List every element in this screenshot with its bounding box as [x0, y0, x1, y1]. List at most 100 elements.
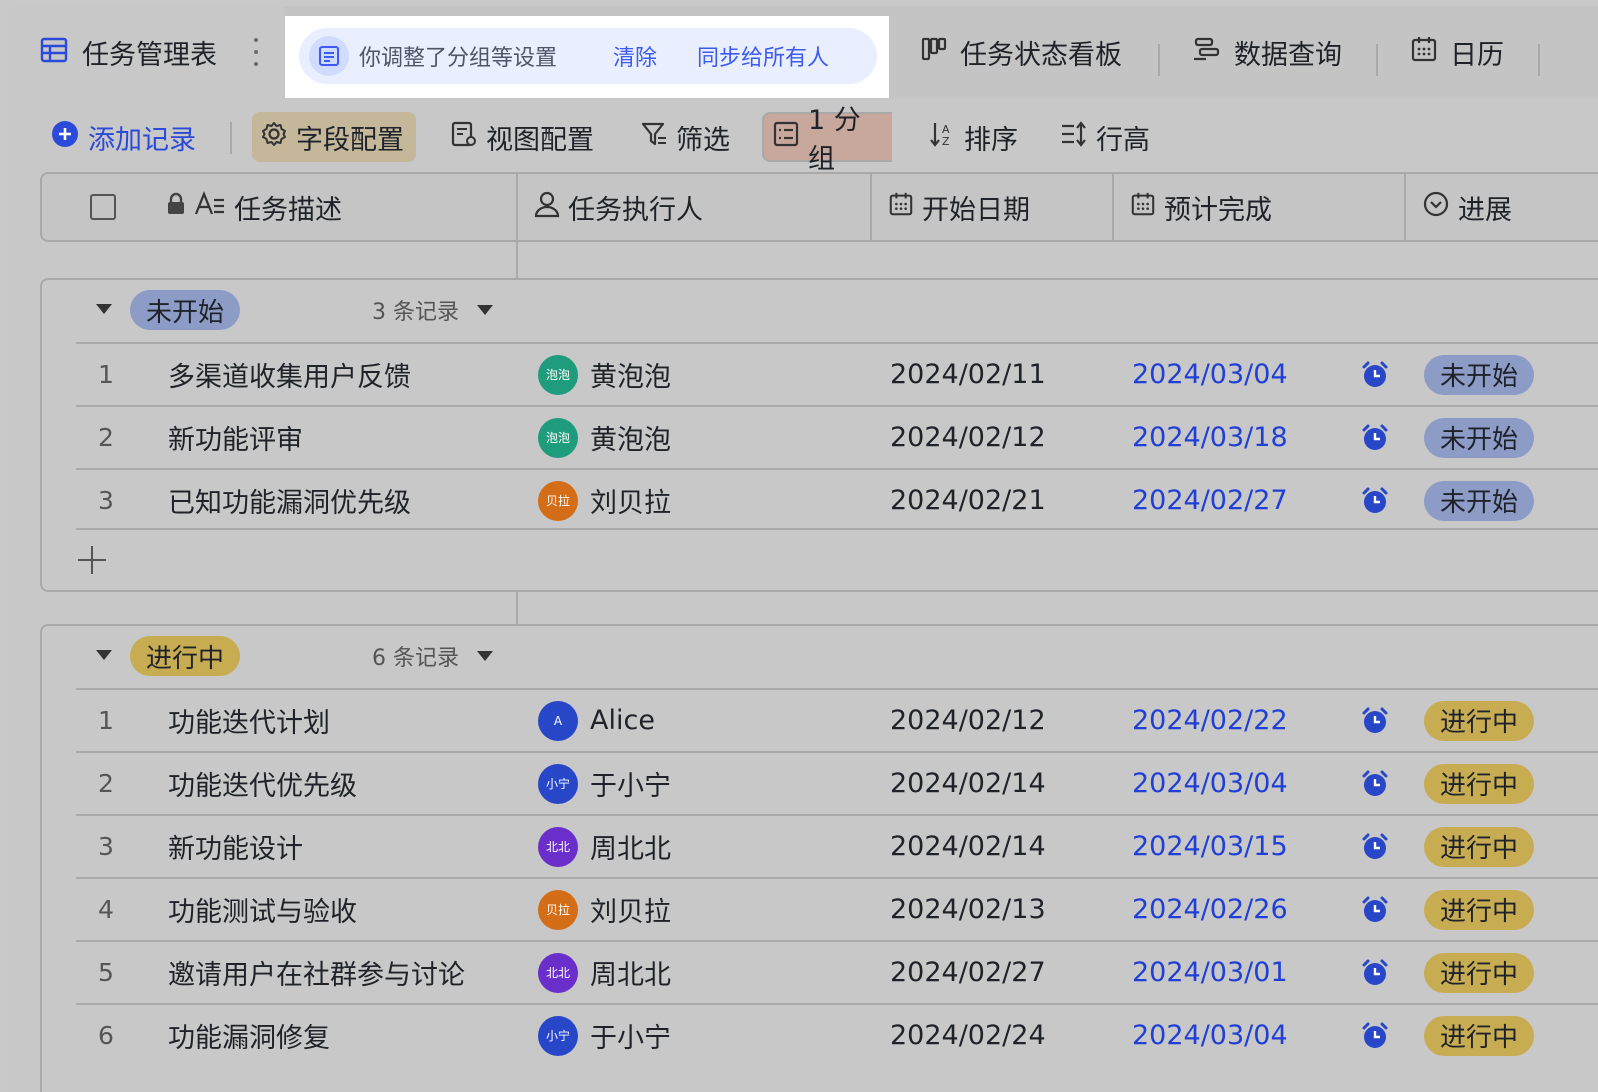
start-date[interactable]: 2024/02/21 — [890, 470, 1046, 531]
start-date[interactable]: 2024/02/13 — [890, 879, 1046, 940]
start-date[interactable]: 2024/02/12 — [890, 407, 1046, 468]
tab-data-query[interactable]: 数据查询 — [1192, 6, 1342, 98]
view-config-button[interactable]: 视图配置 — [442, 112, 602, 162]
task-description[interactable]: 新功能设计 — [168, 816, 303, 877]
due-date[interactable]: 2024/02/26 — [1132, 879, 1288, 940]
progress-cell[interactable]: 未开始 — [1424, 344, 1535, 405]
group-record-count[interactable]: 3 条记录 — [372, 294, 493, 326]
start-date[interactable]: 2024/02/11 — [890, 344, 1046, 405]
alarm-clock-icon[interactable] — [1360, 816, 1390, 877]
task-description[interactable]: 邀请用户在社群参与讨论 — [168, 942, 465, 1003]
task-description[interactable]: 功能迭代优先级 — [168, 753, 357, 814]
assignee-cell[interactable]: 小宁 于小宁 — [538, 1005, 671, 1066]
progress-cell[interactable]: 进行中 — [1424, 816, 1535, 877]
avatar: 泡泡 — [538, 354, 578, 395]
table-row[interactable]: 1 多渠道收集用户反馈 泡泡 黄泡泡 2024/02/11 2024/03/04 未开始 — [76, 342, 1598, 405]
task-description[interactable]: 功能测试与验收 — [168, 879, 357, 940]
field-config-button[interactable]: 字段配置 — [252, 112, 416, 162]
table-row[interactable]: 3 新功能设计 北北 周北北 2024/02/14 2024/03/15 进行中 — [76, 814, 1598, 877]
alarm-clock-icon[interactable] — [1360, 344, 1390, 405]
start-date[interactable]: 2024/02/14 — [890, 753, 1046, 814]
due-date[interactable]: 2024/03/04 — [1132, 1005, 1288, 1066]
start-date[interactable]: 2024/02/24 — [890, 1005, 1046, 1066]
collapse-caret-icon[interactable] — [96, 304, 112, 314]
column-header-progress[interactable]: 进展 — [1422, 174, 1512, 240]
list-settings-icon — [309, 36, 349, 76]
assignee-cell[interactable]: 贝拉 刘贝拉 — [538, 879, 671, 940]
table-row[interactable]: 5 邀请用户在社群参与讨论 北北 周北北 2024/02/27 2024/03/01 进行中 — [76, 940, 1598, 1003]
column-header-desc[interactable]: 任务描述 — [166, 174, 342, 240]
table-row[interactable]: 2 功能迭代优先级 小宁 于小宁 2024/02/14 2024/03/04 进行中 — [76, 751, 1598, 814]
assignee-cell[interactable]: 泡泡 黄泡泡 — [538, 344, 671, 405]
clear-settings-link[interactable]: 清除 — [613, 40, 657, 72]
tab-kanban[interactable]: 任务状态看板 — [920, 6, 1122, 98]
due-date[interactable]: 2024/03/15 — [1132, 816, 1288, 877]
plus-icon[interactable] — [78, 546, 106, 574]
add-record-label: 添加记录 — [88, 124, 196, 156]
more-options-icon[interactable] — [253, 38, 259, 66]
progress-cell[interactable]: 进行中 — [1424, 1005, 1535, 1066]
progress-cell[interactable]: 进行中 — [1424, 753, 1535, 814]
task-description[interactable]: 多渠道收集用户反馈 — [168, 344, 411, 405]
progress-cell[interactable]: 进行中 — [1424, 942, 1535, 1003]
task-description[interactable]: 新功能评审 — [168, 407, 303, 468]
add-row[interactable] — [76, 528, 1598, 590]
task-description[interactable]: 已知功能漏洞优先级 — [168, 470, 411, 531]
assignee-cell[interactable]: 北北 周北北 — [538, 816, 671, 877]
progress-cell[interactable]: 未开始 — [1424, 407, 1535, 468]
group-header[interactable]: 未开始 3 条记录 — [42, 280, 518, 342]
table-row[interactable]: 3 已知功能漏洞优先级 贝拉 刘贝拉 2024/02/21 2024/02/27 未开始 — [76, 468, 1598, 531]
assignee-name: 黄泡泡 — [590, 425, 671, 456]
tab-task-table-label: 任务管理表 — [82, 39, 217, 71]
table-icon — [40, 36, 68, 68]
tab-calendar[interactable]: 日历 — [1410, 6, 1504, 98]
start-date[interactable]: 2024/02/14 — [890, 816, 1046, 877]
group-header[interactable]: 进行中 6 条记录 — [42, 626, 518, 688]
svg-text:Z: Z — [942, 135, 950, 148]
due-date[interactable]: 2024/03/04 — [1132, 753, 1288, 814]
due-date[interactable]: 2024/02/22 — [1132, 690, 1288, 751]
progress-cell[interactable]: 进行中 — [1424, 879, 1535, 940]
assignee-cell[interactable]: 北北 周北北 — [538, 942, 671, 1003]
group-in-progress: 进行中 6 条记录 1 功能迭代计划 A Alice 2024/02/12 2024/02… — [40, 624, 1598, 1092]
group-record-count[interactable]: 6 条记录 — [372, 640, 493, 672]
table-row[interactable]: 6 功能漏洞修复 小宁 于小宁 2024/02/24 2024/03/04 进行中 — [76, 1003, 1598, 1066]
due-date[interactable]: 2024/03/01 — [1132, 942, 1288, 1003]
select-all-checkbox[interactable] — [90, 174, 116, 240]
sync-to-all-link[interactable]: 同步给所有人 — [697, 40, 829, 72]
table-row[interactable]: 4 功能测试与验收 贝拉 刘贝拉 2024/02/13 2024/02/26 进行中 — [76, 877, 1598, 940]
progress-cell[interactable]: 进行中 — [1424, 690, 1535, 751]
alarm-clock-icon[interactable] — [1360, 407, 1390, 468]
alarm-clock-icon[interactable] — [1360, 690, 1390, 751]
collapse-caret-icon[interactable] — [96, 650, 112, 660]
alarm-clock-icon[interactable] — [1360, 1005, 1390, 1066]
task-description[interactable]: 功能漏洞修复 — [168, 1005, 330, 1066]
assignee-name: 周北北 — [590, 834, 671, 865]
row-height-button[interactable]: 行高 — [1052, 112, 1158, 162]
assignee-cell[interactable]: A Alice — [538, 690, 655, 751]
assignee-cell[interactable]: 贝拉 刘贝拉 — [538, 470, 671, 531]
filter-button[interactable]: 筛选 — [632, 112, 738, 162]
column-header-start[interactable]: 开始日期 — [888, 174, 1030, 240]
group-button[interactable]: 1 分组 — [762, 105, 892, 175]
due-date[interactable]: 2024/02/27 — [1132, 470, 1288, 531]
column-header-assignee[interactable]: 任务执行人 — [534, 174, 703, 240]
tab-task-table[interactable]: 任务管理表 — [6, 6, 284, 98]
start-date[interactable]: 2024/02/12 — [890, 690, 1046, 751]
add-record-button[interactable]: 添加记录 — [42, 112, 204, 162]
progress-cell[interactable]: 未开始 — [1424, 470, 1535, 531]
alarm-clock-icon[interactable] — [1360, 879, 1390, 940]
sort-button[interactable]: AZ 排序 — [920, 112, 1026, 162]
table-row[interactable]: 1 功能迭代计划 A Alice 2024/02/12 2024/02/22 进行中 — [76, 688, 1598, 751]
alarm-clock-icon[interactable] — [1360, 753, 1390, 814]
table-row[interactable]: 2 新功能评审 泡泡 黄泡泡 2024/02/12 2024/03/18 未开始 — [76, 405, 1598, 468]
alarm-clock-icon[interactable] — [1360, 470, 1390, 531]
alarm-clock-icon[interactable] — [1360, 942, 1390, 1003]
start-date[interactable]: 2024/02/27 — [890, 942, 1046, 1003]
assignee-cell[interactable]: 小宁 于小宁 — [538, 753, 671, 814]
task-description[interactable]: 功能迭代计划 — [168, 690, 330, 751]
due-date[interactable]: 2024/03/18 — [1132, 407, 1288, 468]
due-date[interactable]: 2024/03/04 — [1132, 344, 1288, 405]
column-header-due[interactable]: 预计完成 — [1130, 174, 1272, 240]
assignee-cell[interactable]: 泡泡 黄泡泡 — [538, 407, 671, 468]
